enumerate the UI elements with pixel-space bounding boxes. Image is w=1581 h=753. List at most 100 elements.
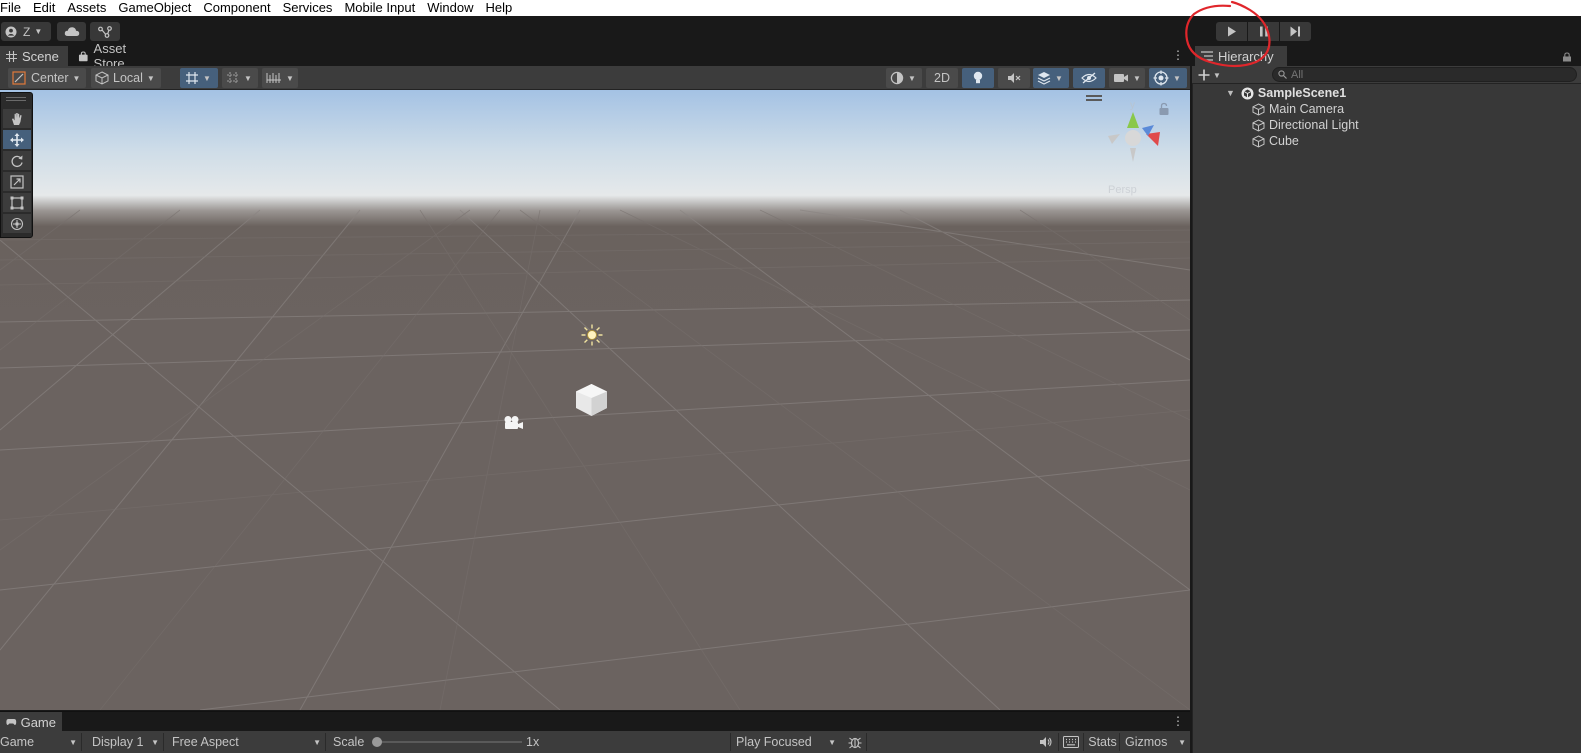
menu-window[interactable]: Window — [421, 1, 479, 15]
chevron-down-icon: ▼ — [34, 27, 43, 36]
draw-mode-dropdown[interactable]: ▼ — [886, 68, 922, 88]
camera-gizmo-icon[interactable] — [501, 415, 525, 431]
menu-component[interactable]: Component — [197, 1, 276, 15]
gameobject-cube-icon — [1252, 118, 1265, 132]
shaded-sphere-icon — [890, 71, 904, 85]
persp-label[interactable]: Persp — [1108, 184, 1137, 196]
shopping-bag-icon — [78, 50, 88, 61]
play-focus-label: Play Focused — [736, 735, 812, 749]
hierarchy-search-input[interactable] — [1291, 68, 1551, 81]
hierarchy-item-label: Cube — [1269, 134, 1299, 148]
hierarchy-item[interactable]: Cube — [1252, 133, 1299, 149]
play-focus-dropdown[interactable]: Play Focused ▼ — [730, 733, 840, 751]
increment-snap-toggle[interactable]: ▼ — [222, 68, 258, 88]
tool-scale[interactable] — [3, 172, 31, 192]
video-camera-icon — [1114, 74, 1128, 82]
layers-icon — [1037, 72, 1051, 85]
scale-slider-thumb[interactable] — [372, 737, 382, 747]
gizmos-label: Gizmos — [1125, 735, 1168, 749]
space-label: Local — [113, 71, 143, 85]
step-icon — [1290, 26, 1300, 37]
game-toolbar: Game ▼ Display 1 ▼ Free Aspect ▼ Scale 1… — [0, 731, 1190, 753]
camera-dropdown[interactable]: ▼ — [1109, 68, 1145, 88]
visibility-toggle[interactable] — [1073, 68, 1105, 88]
mute-audio-toggle[interactable] — [1034, 733, 1058, 751]
space-dropdown[interactable]: Local ▼ — [91, 68, 161, 88]
tab-scene[interactable]: Scene — [0, 46, 68, 66]
cloud-button[interactable] — [57, 22, 86, 41]
tool-hand[interactable] — [3, 109, 31, 129]
tool-transform[interactable] — [3, 214, 31, 234]
hierarchy-item[interactable]: Main Camera — [1252, 101, 1344, 117]
game-view-dropdown[interactable]: Game ▼ — [0, 733, 82, 751]
grid-icon — [186, 72, 198, 84]
chevron-down-icon: ▼ — [908, 73, 916, 83]
collab-button[interactable] — [90, 22, 120, 41]
scene-viewport[interactable]: y Persp — [0, 90, 1190, 710]
pivot-dropdown[interactable]: Center ▼ — [8, 68, 86, 88]
chevron-down-icon: ▼ — [1133, 73, 1141, 83]
menu-assets[interactable]: Assets — [61, 1, 112, 15]
chevron-down-icon: ▼ — [203, 73, 211, 83]
grid-snap-toggle[interactable]: ▼ — [180, 68, 218, 88]
lock-icon[interactable] — [1562, 51, 1574, 62]
scale-slider[interactable] — [372, 733, 522, 751]
menu-file[interactable]: File — [0, 1, 27, 15]
game-tab-bar: Game ⋮ — [0, 711, 1190, 732]
lighting-toggle[interactable] — [962, 68, 994, 88]
unity-scene-icon — [1241, 87, 1254, 99]
gizmos-dropdown[interactable]: Gizmos ▼ — [1122, 733, 1190, 751]
cube-object[interactable] — [575, 383, 608, 417]
shortcuts-toggle[interactable] — [1058, 733, 1084, 751]
tool-move[interactable] — [3, 130, 31, 150]
2d-toggle[interactable]: 2D — [926, 68, 958, 88]
tab-game[interactable]: Game — [0, 712, 62, 732]
more-options-icon[interactable]: ⋮ — [1172, 714, 1184, 730]
game-view-label: Game — [0, 735, 35, 749]
effects-dropdown[interactable]: ▼ — [1033, 68, 1069, 88]
tool-rect[interactable] — [3, 193, 31, 213]
stats-label: Stats — [1088, 735, 1117, 749]
collab-icon — [98, 25, 112, 38]
chevron-down-icon: ▼ — [313, 737, 321, 747]
gameobject-cube-icon — [1252, 102, 1265, 116]
tab-asset-store[interactable]: Asset Store — [72, 41, 164, 71]
scene-root-row[interactable]: ▼ SampleScene1 — [1226, 85, 1346, 101]
gizmo-menu-icon[interactable] — [1086, 95, 1102, 103]
scene-name: SampleScene1 — [1257, 86, 1347, 100]
tool-rotate[interactable] — [3, 151, 31, 171]
ruler-toggle[interactable]: ▼ — [262, 68, 298, 88]
cloud-icon — [64, 27, 79, 36]
step-button[interactable] — [1280, 22, 1311, 41]
orientation-gizmo[interactable]: y — [1102, 98, 1166, 170]
ruler-icon — [266, 73, 281, 83]
gameobject-cube-icon — [1252, 134, 1265, 148]
menu-gameobject[interactable]: GameObject — [112, 1, 197, 15]
account-dropdown[interactable]: Z ▼ — [1, 22, 51, 41]
chevron-down-icon: ▼ — [72, 73, 81, 83]
hand-icon — [12, 112, 22, 125]
stats-button[interactable]: Stats — [1086, 733, 1120, 751]
chevron-down-icon[interactable]: ▼ — [1226, 88, 1235, 98]
menu-mobile-input[interactable]: Mobile Input — [338, 1, 421, 15]
aspect-dropdown[interactable]: Free Aspect ▼ — [166, 733, 326, 751]
transform-icon — [10, 217, 24, 230]
display-dropdown[interactable]: Display 1 ▼ — [84, 733, 164, 751]
local-cube-icon — [95, 71, 109, 85]
menu-services[interactable]: Services — [277, 1, 339, 15]
hierarchy-item-label: Directional Light — [1269, 118, 1359, 132]
hierarchy-search-field[interactable] — [1272, 67, 1577, 82]
chevron-down-icon: ▼ — [244, 73, 252, 83]
palette-grip-icon[interactable] — [6, 97, 26, 103]
pivot-label: Center — [31, 71, 69, 85]
bug-toggle[interactable] — [843, 733, 867, 751]
scene-toolbar: Center ▼ Local ▼ ▼ ▼ ▼ ▼ 2D ▼ ▼ ▼ — [0, 66, 1190, 90]
menu-help[interactable]: Help — [480, 1, 519, 15]
hierarchy-item[interactable]: Directional Light — [1252, 117, 1359, 133]
gizmo-axis-label: y — [1130, 100, 1135, 111]
audio-toggle[interactable] — [998, 68, 1030, 88]
main-toolbar: Z ▼ — [0, 16, 1581, 46]
sun-light-icon[interactable] — [581, 324, 603, 346]
menu-edit[interactable]: Edit — [27, 1, 61, 15]
rect-tool-icon — [10, 196, 24, 209]
